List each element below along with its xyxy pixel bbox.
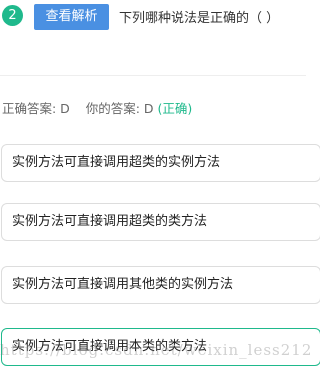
answer-status: (正确) (157, 101, 193, 116)
view-analysis-button[interactable]: 查看解析 (34, 4, 109, 30)
option-a[interactable]: 实例方法可直接调用超类的实例方法 (1, 144, 320, 182)
divider (0, 75, 306, 76)
option-c[interactable]: 实例方法可直接调用其他类的实例方法 (1, 266, 320, 304)
watermark: https://blog.csdn.net/weixin_less212 (0, 341, 313, 359)
answer-summary: 正确答案: D 你的答案: D (正确) (2, 98, 192, 117)
question-number-badge: 2 (2, 5, 23, 26)
quiz-page: 2 查看解析 下列哪种说法是正确的（ ） 正确答案: D 你的答案: D (正确… (0, 0, 320, 374)
question-text: 下列哪种说法是正确的（ ） (119, 11, 280, 26)
correct-answer-label: 正确答案: D (2, 101, 70, 116)
question-header: 2 查看解析 下列哪种说法是正确的（ ） (0, 0, 306, 72)
option-b[interactable]: 实例方法可直接调用超类的类方法 (1, 203, 320, 241)
your-answer-label: 你的答案: D (85, 101, 154, 116)
